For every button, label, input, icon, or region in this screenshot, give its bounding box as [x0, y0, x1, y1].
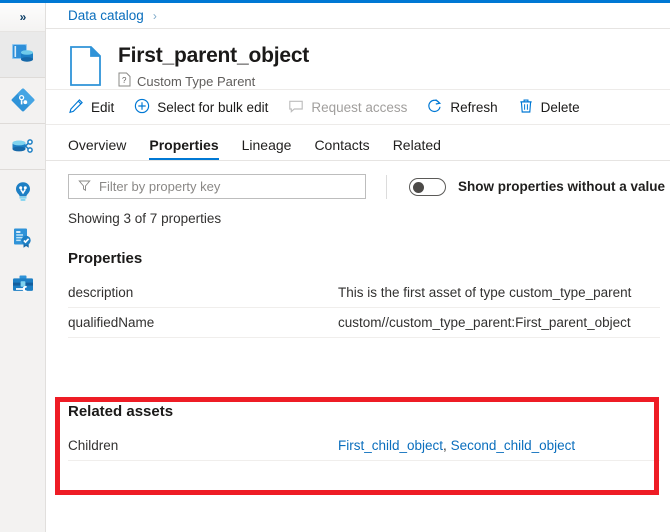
edit-label: Edit — [91, 100, 114, 115]
sidebar-item-data-policy[interactable] — [0, 216, 45, 262]
toolbox-icon — [10, 271, 36, 300]
toolbar-divider — [386, 175, 387, 199]
properties-table: description This is the first asset of t… — [46, 278, 670, 338]
link-second-child-object[interactable]: Second_child_object — [451, 438, 576, 453]
table-row: description This is the first asset of t… — [68, 278, 660, 308]
property-value: custom//custom_type_parent:First_parent_… — [338, 315, 631, 330]
properties-count-status: Showing 3 of 7 properties — [46, 199, 670, 226]
breadcrumb-separator-icon: › — [153, 9, 157, 23]
show-empty-properties-label: Show properties without a value — [458, 179, 665, 194]
property-key: qualifiedName — [68, 315, 338, 330]
toggle-knob — [413, 182, 424, 193]
related-key-children: Children — [68, 438, 338, 453]
refresh-button[interactable]: Refresh — [427, 90, 497, 124]
filter-toolbar: Filter by property key Show properties w… — [46, 161, 670, 199]
property-value: This is the first asset of type custom_t… — [338, 285, 631, 300]
document-icon — [68, 45, 104, 90]
asset-type-label: Custom Type Parent — [137, 74, 255, 89]
related-value-children: First_child_object, Second_child_object — [338, 438, 575, 453]
breadcrumb-item-data-catalog[interactable]: Data catalog — [68, 8, 144, 23]
select-for-bulk-edit-button[interactable]: Select for bulk edit — [134, 90, 268, 124]
sidebar-item-data-catalog[interactable] — [0, 32, 45, 78]
link-separator: , — [443, 438, 451, 453]
unknown-type-icon: ? — [118, 72, 131, 90]
trash-icon — [518, 98, 534, 117]
data-sources-icon — [10, 133, 36, 162]
related-assets-heading: Related assets — [46, 403, 670, 420]
chevron-double-right-icon: » — [20, 10, 26, 24]
related-assets-section: Related assets Children First_child_obje… — [46, 403, 670, 461]
catalog-icon — [10, 41, 36, 70]
refresh-label: Refresh — [450, 100, 497, 115]
table-row: Children First_child_object, Second_chil… — [68, 431, 660, 461]
expand-navigation-button[interactable]: » — [0, 3, 45, 32]
filter-icon — [78, 179, 91, 195]
filter-input[interactable]: Filter by property key — [68, 174, 366, 199]
tab-bar: Overview Properties Lineage Contacts Rel… — [46, 125, 670, 161]
comment-icon — [288, 98, 304, 117]
tab-contacts[interactable]: Contacts — [314, 137, 369, 160]
lightbulb-icon — [10, 179, 36, 208]
left-navigation-rail: » — [0, 3, 46, 532]
sidebar-item-insights[interactable] — [0, 170, 45, 216]
filter-placeholder: Filter by property key — [99, 179, 220, 194]
request-access-label: Request access — [311, 100, 407, 115]
policy-certificate-icon — [10, 225, 36, 254]
delete-button[interactable]: Delete — [518, 90, 580, 124]
asset-title-group: First_parent_object ? Custom Type Parent — [118, 43, 309, 90]
main-content: Data catalog › First_parent_object ? — [46, 3, 670, 532]
request-access-button: Request access — [288, 90, 407, 124]
edit-button[interactable]: Edit — [68, 90, 114, 124]
properties-heading: Properties — [46, 226, 670, 267]
svg-text:?: ? — [122, 76, 127, 85]
table-row: qualifiedName custom//custom_type_parent… — [68, 308, 660, 338]
show-empty-properties-toggle[interactable] — [409, 178, 446, 196]
sidebar-item-data-sources[interactable] — [0, 124, 45, 170]
command-bar: Edit Select for bulk edit Request a — [46, 89, 670, 125]
sidebar-item-data-map[interactable] — [0, 78, 45, 124]
data-map-icon — [10, 87, 36, 116]
purview-asset-page: » — [0, 0, 670, 532]
related-assets-table: Children First_child_object, Second_chil… — [46, 431, 670, 461]
tab-lineage[interactable]: Lineage — [242, 137, 292, 160]
asset-type-row: ? Custom Type Parent — [118, 72, 309, 90]
page-title: First_parent_object — [118, 43, 309, 68]
asset-header: First_parent_object ? Custom Type Parent — [46, 29, 670, 89]
tab-overview[interactable]: Overview — [68, 137, 126, 160]
refresh-icon — [427, 98, 443, 117]
tab-properties[interactable]: Properties — [149, 137, 218, 160]
property-key: description — [68, 285, 338, 300]
breadcrumb: Data catalog › — [46, 3, 670, 29]
tab-related[interactable]: Related — [393, 137, 441, 160]
delete-label: Delete — [541, 100, 580, 115]
pencil-icon — [68, 98, 84, 117]
select-for-bulk-edit-label: Select for bulk edit — [157, 100, 268, 115]
plus-circle-icon — [134, 98, 150, 117]
link-first-child-object[interactable]: First_child_object — [338, 438, 443, 453]
sidebar-item-management[interactable] — [0, 262, 45, 308]
